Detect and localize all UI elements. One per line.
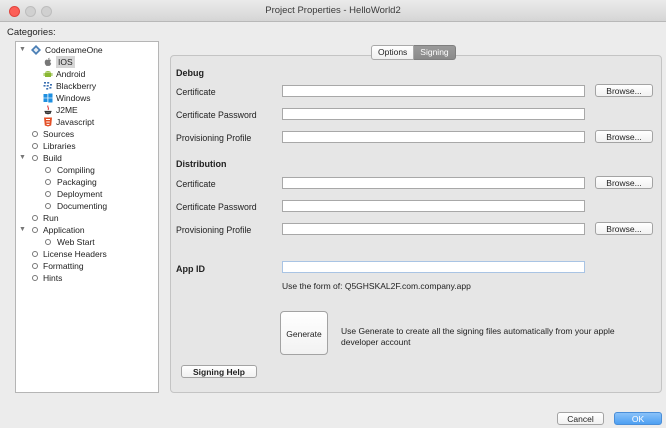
distribution-provisioning-profile-label: Provisioning Profile bbox=[176, 225, 252, 235]
tab-signing[interactable]: Signing bbox=[414, 45, 456, 60]
tree-item-label: Web Start bbox=[57, 237, 95, 247]
tab-bar: Options Signing bbox=[371, 45, 456, 60]
tree-item-label: Sources bbox=[43, 129, 75, 139]
tree-item-label: J2ME bbox=[56, 105, 78, 115]
tree-item-label: Run bbox=[43, 213, 59, 223]
debug-provisioning-browse-button[interactable]: Browse... bbox=[595, 130, 653, 143]
debug-certificate-label: Certificate bbox=[176, 87, 216, 97]
app-id-hint: Use the form of: Q5GHSKAL2F.com.company.… bbox=[282, 281, 471, 291]
distribution-certificate-password-label: Certificate Password bbox=[176, 202, 257, 212]
categories-label: Categories: bbox=[7, 27, 56, 38]
codenameone-icon bbox=[31, 45, 41, 55]
tab-options[interactable]: Options bbox=[371, 45, 415, 60]
title-bar: Project Properties - HelloWorld2 bbox=[0, 0, 666, 22]
bullet-icon bbox=[45, 239, 51, 245]
tree-item-label: License Headers bbox=[43, 249, 107, 259]
apple-icon bbox=[44, 57, 52, 67]
tree-item-label: Hints bbox=[43, 273, 63, 283]
bullet-icon bbox=[45, 191, 51, 197]
tree-item-label: IOS bbox=[56, 56, 75, 68]
bullet-icon bbox=[32, 251, 38, 257]
expand-arrow-icon[interactable]: ▼ bbox=[18, 152, 27, 164]
android-icon bbox=[43, 71, 53, 77]
debug-certificate-field[interactable] bbox=[282, 85, 585, 97]
bullet-icon bbox=[45, 179, 51, 185]
ok-button[interactable]: OK bbox=[614, 412, 662, 425]
categories-tree[interactable]: ▼ CodenameOne IOS Android Blackberry Win… bbox=[15, 41, 159, 393]
bullet-icon bbox=[32, 215, 38, 221]
tree-item-label: Build bbox=[43, 153, 62, 163]
debug-certificate-password-field[interactable] bbox=[282, 108, 585, 120]
debug-certificate-password-label: Certificate Password bbox=[176, 110, 257, 120]
cancel-button[interactable]: Cancel bbox=[557, 412, 604, 425]
debug-provisioning-profile-field[interactable] bbox=[282, 131, 585, 143]
distribution-provisioning-browse-button[interactable]: Browse... bbox=[595, 222, 653, 235]
tree-item-label: Compiling bbox=[57, 165, 95, 175]
html5-icon bbox=[44, 117, 52, 127]
distribution-section-title: Distribution bbox=[176, 159, 227, 169]
debug-section-title: Debug bbox=[176, 68, 204, 78]
distribution-provisioning-profile-field[interactable] bbox=[282, 223, 585, 235]
tree-item-label: Application bbox=[43, 225, 85, 235]
tree-item-label: Windows bbox=[56, 93, 91, 103]
bullet-icon bbox=[45, 203, 51, 209]
distribution-certificate-label: Certificate bbox=[176, 179, 216, 189]
distribution-certificate-browse-button[interactable]: Browse... bbox=[595, 176, 653, 189]
bullet-icon bbox=[32, 227, 38, 233]
distribution-certificate-password-field[interactable] bbox=[282, 200, 585, 212]
java-icon bbox=[44, 105, 52, 115]
expand-arrow-icon[interactable]: ▼ bbox=[18, 44, 27, 56]
debug-provisioning-profile-label: Provisioning Profile bbox=[176, 133, 252, 143]
bullet-icon bbox=[32, 155, 38, 161]
tree-item-label: Android bbox=[56, 69, 86, 79]
tree-item-label: Formatting bbox=[43, 261, 84, 271]
distribution-certificate-field[interactable] bbox=[282, 177, 585, 189]
debug-certificate-browse-button[interactable]: Browse... bbox=[595, 84, 653, 97]
tree-item-label: Blackberry bbox=[56, 81, 97, 91]
tree-item-label: CodenameOne bbox=[45, 45, 103, 55]
tree-item-label: Deployment bbox=[57, 189, 103, 199]
tree-item-label: Documenting bbox=[57, 201, 108, 211]
tree-item-label: Javascript bbox=[56, 117, 95, 127]
windows-icon bbox=[43, 93, 53, 103]
tree-item-label: Packaging bbox=[57, 177, 97, 187]
bullet-icon bbox=[32, 143, 38, 149]
bullet-icon bbox=[32, 131, 38, 137]
bullet-icon bbox=[32, 275, 38, 281]
signing-help-button[interactable]: Signing Help bbox=[181, 365, 257, 378]
blackberry-icon bbox=[43, 82, 52, 90]
generate-description: Use Generate to create all the signing f… bbox=[341, 326, 615, 347]
tree-item-label: Libraries bbox=[43, 141, 76, 151]
generate-button[interactable]: Generate bbox=[280, 311, 328, 355]
bullet-icon bbox=[45, 167, 51, 173]
bullet-icon bbox=[32, 263, 38, 269]
app-id-field[interactable] bbox=[282, 261, 585, 273]
window-title: Project Properties - HelloWorld2 bbox=[265, 5, 401, 16]
expand-arrow-icon[interactable]: ▼ bbox=[18, 224, 27, 236]
app-id-label: App ID bbox=[176, 264, 205, 274]
